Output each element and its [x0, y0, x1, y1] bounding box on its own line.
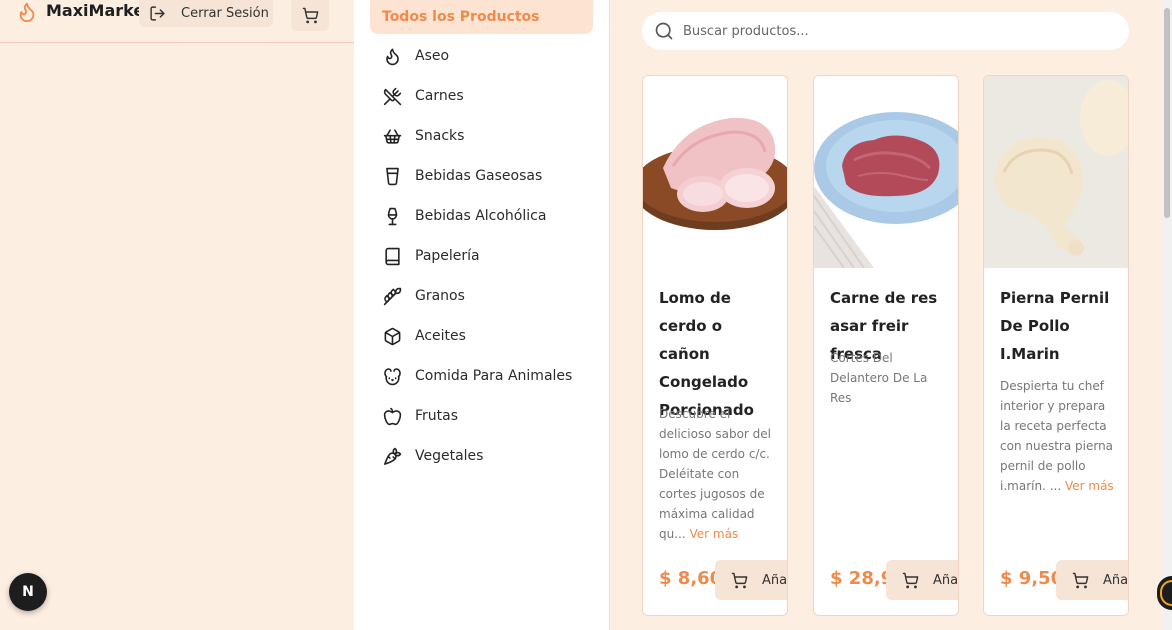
products-area: Lomo de cerdo o cañon Congelado Porciona…	[610, 0, 1162, 630]
cart-icon	[1072, 572, 1089, 588]
category-item-aseo[interactable]: Aseo	[382, 36, 572, 76]
category-item-aceites[interactable]: Aceites	[382, 316, 572, 356]
add-to-cart-button[interactable]: Añadir	[715, 560, 788, 600]
flame-icon	[19, 2, 35, 23]
cart-icon	[302, 7, 318, 24]
category-label: Aceites	[415, 328, 466, 344]
cup-icon	[385, 167, 399, 185]
category-item-carnes[interactable]: Carnes	[382, 76, 572, 116]
box-icon	[384, 327, 400, 345]
wheat-icon	[383, 287, 401, 305]
utensils-icon	[383, 87, 401, 105]
category-label: Frutas	[415, 408, 459, 424]
category-item-frutas[interactable]: Frutas	[382, 396, 572, 436]
category-label: Granos	[415, 288, 465, 304]
category-list: Aseo Carnes Snacks Bebidas Gaseosas Bebi…	[382, 36, 572, 476]
product-description: Descubre el delicioso sabor del lomo de …	[659, 404, 777, 544]
search-bar[interactable]	[642, 12, 1129, 50]
cart-icon	[731, 572, 748, 588]
dev-tools-badge[interactable]: N	[9, 573, 47, 611]
category-item-comida-animales[interactable]: Comida Para Animales	[382, 356, 572, 396]
product-image[interactable]	[643, 76, 787, 268]
category-sidebar: Todos los Productos Aseo Carnes Snacks B…	[354, 0, 610, 630]
see-more-link[interactable]: Ver más	[1065, 479, 1114, 493]
cart-icon	[902, 572, 919, 588]
top-bar: MaxiMarket Cerrar Sesión	[0, 0, 354, 43]
scrollbar-thumb[interactable]	[1164, 8, 1170, 218]
brand-name: MaxiMarket	[46, 1, 152, 20]
product-price: $ 8,60	[659, 568, 723, 589]
category-label: Papelería	[415, 248, 480, 264]
logo[interactable]	[16, 0, 38, 24]
category-item-granos[interactable]: Granos	[382, 276, 572, 316]
see-more-link[interactable]: Ver más	[690, 527, 739, 541]
logout-icon	[150, 6, 165, 21]
add-to-cart-button[interactable]: Añadir	[886, 560, 959, 600]
add-to-cart-label: Añadir	[1103, 572, 1129, 588]
category-label: Snacks	[415, 128, 465, 144]
product-title: Lomo de cerdo o cañon Congelado Porciona…	[659, 289, 754, 419]
logout-label: Cerrar Sesión	[181, 6, 269, 21]
product-card[interactable]: Carne de res asar freir fresca Cortes De…	[813, 75, 959, 616]
search-input[interactable]	[683, 23, 1083, 39]
category-item-vegetales[interactable]: Vegetales	[382, 436, 572, 476]
flame-icon	[385, 48, 399, 65]
category-label: Comida Para Animales	[415, 368, 573, 384]
wine-icon	[387, 207, 397, 225]
product-price: $ 9,50	[1000, 568, 1064, 589]
add-to-cart-label: Añadir	[933, 572, 959, 588]
product-description: Despierta tu chef interior y prepara la …	[1000, 376, 1118, 496]
dog-icon	[383, 367, 401, 385]
category-label: Aseo	[415, 48, 450, 64]
category-item-snacks[interactable]: Snacks	[382, 116, 572, 156]
category-item-papeleria[interactable]: Papelería	[382, 236, 572, 276]
category-label: Bebidas Gaseosas	[415, 168, 543, 184]
category-label: Bebidas Alcohólica	[415, 208, 547, 224]
category-all-products[interactable]: Todos los Productos	[370, 0, 593, 34]
product-description-text: Descubre el delicioso sabor del lomo de …	[659, 407, 771, 541]
product-image[interactable]	[984, 76, 1128, 268]
cart-button[interactable]	[291, 0, 329, 31]
category-label: Carnes	[415, 88, 464, 104]
apple-icon	[383, 407, 401, 425]
book-icon	[384, 247, 400, 265]
category-item-bebidas-alcoholica[interactable]: Bebidas Alcohólica	[382, 196, 572, 236]
product-description-text: Cortes Del Delantero De La Res	[830, 351, 928, 405]
product-card[interactable]: Lomo de cerdo o cañon Congelado Porciona…	[642, 75, 788, 616]
add-to-cart-label: Añadir	[762, 572, 788, 588]
basket-icon	[383, 128, 401, 144]
search-icon	[655, 22, 673, 40]
product-card[interactable]: Pierna Pernil De Pollo I.Marin Despierta…	[983, 75, 1129, 616]
logout-button[interactable]: Cerrar Sesión	[139, 0, 273, 27]
add-to-cart-button[interactable]: Añadir	[1056, 560, 1129, 600]
category-item-bebidas-gaseosas[interactable]: Bebidas Gaseosas	[382, 156, 572, 196]
category-label: Vegetales	[415, 448, 484, 464]
carrot-icon	[383, 447, 401, 465]
left-panel: MaxiMarket Cerrar Sesión N	[0, 0, 354, 630]
product-description-text: Despierta tu chef interior y prepara la …	[1000, 379, 1114, 493]
product-description: Cortes Del Delantero De La Res	[830, 348, 948, 408]
product-title: Pierna Pernil De Pollo I.Marin	[1000, 289, 1110, 363]
page-scrollbar[interactable]	[1162, 0, 1172, 630]
product-image[interactable]	[814, 76, 958, 269]
